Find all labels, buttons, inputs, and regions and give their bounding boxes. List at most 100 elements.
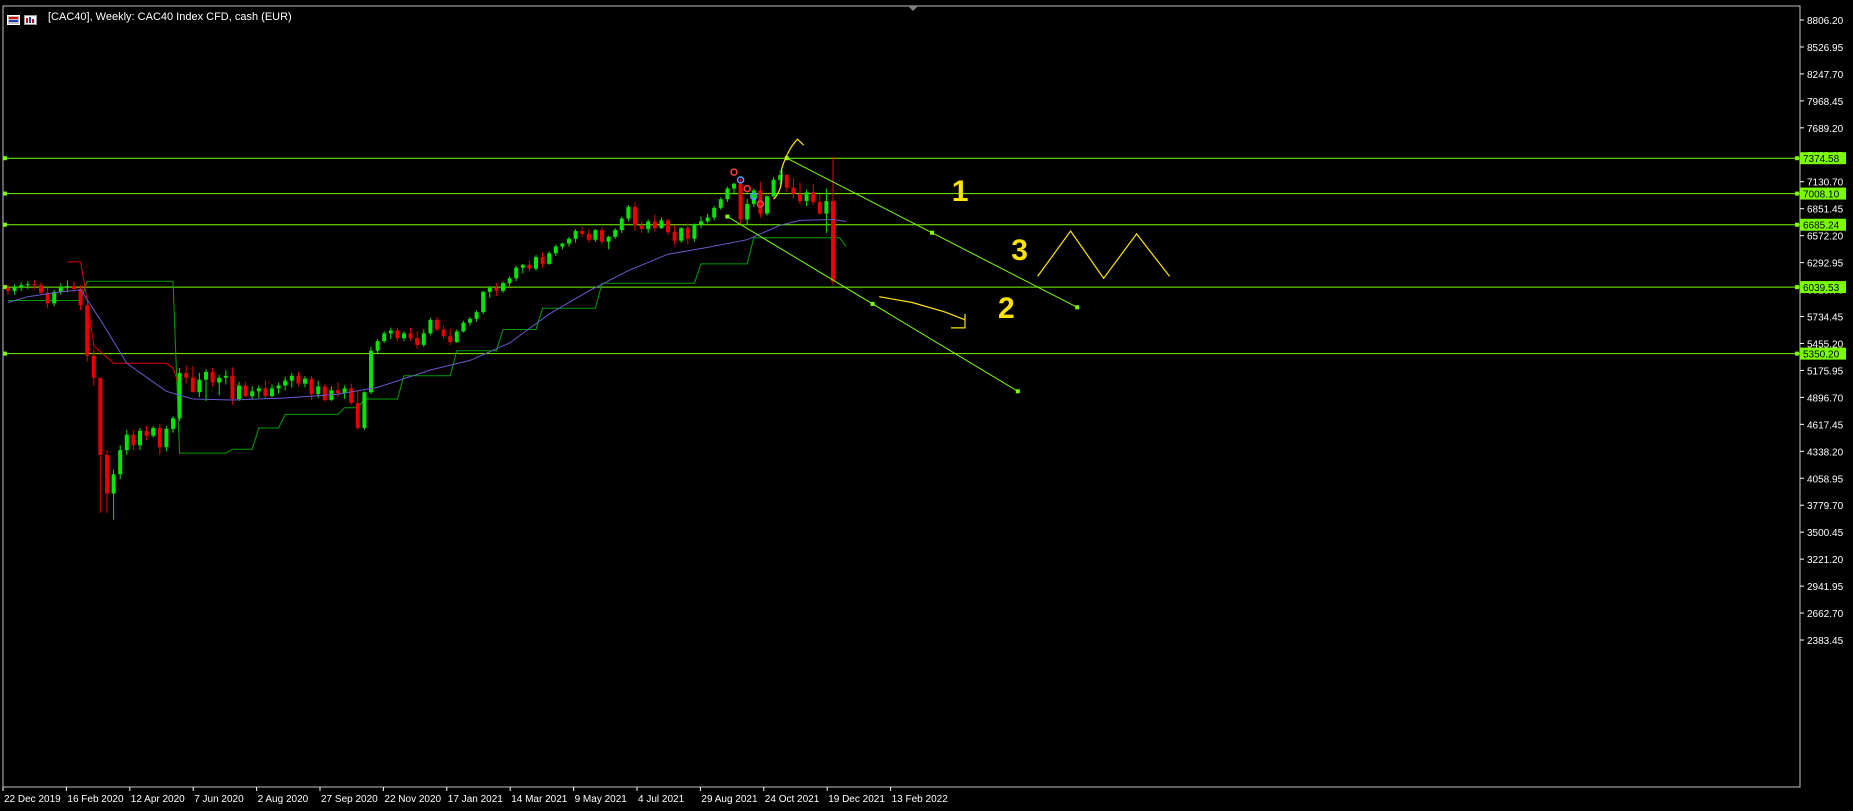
candle-body <box>824 201 829 214</box>
candle-body <box>831 201 835 282</box>
candle-body <box>131 434 136 446</box>
candle-body <box>210 371 215 383</box>
candle-body <box>408 333 413 339</box>
candle-body <box>672 232 677 241</box>
candle-body <box>791 187 796 195</box>
y-tick-label: 4338.20 <box>1807 447 1844 458</box>
trendline-anchor <box>1015 389 1020 394</box>
y-tick-label: 5175.95 <box>1807 366 1844 377</box>
candle-body <box>560 243 565 247</box>
candle-body <box>534 257 538 269</box>
level-price-label: 6039.53 <box>1803 283 1840 294</box>
candle-body <box>487 287 492 292</box>
y-tick-label: 6572.20 <box>1807 232 1844 243</box>
candle-body <box>718 199 723 208</box>
candle-body <box>751 190 756 205</box>
candle-body <box>98 377 103 455</box>
scroll-marker <box>908 6 918 11</box>
candle-body <box>501 283 505 291</box>
candle-body <box>507 278 512 284</box>
x-tick-label: 14 Mar 2021 <box>511 794 568 805</box>
candle-body <box>382 333 387 342</box>
candle-body <box>633 206 637 226</box>
candle-body <box>685 228 690 239</box>
y-tick-label: 2941.95 <box>1807 582 1844 593</box>
price-chart[interactable]: 8806.208526.958247.707968.457689.207409.… <box>0 0 1853 811</box>
candle-body <box>712 207 717 218</box>
y-tick-label: 8247.70 <box>1807 70 1844 81</box>
candle-body <box>474 312 479 319</box>
candle-body <box>362 392 367 428</box>
candle-body <box>309 378 314 395</box>
candle-body <box>91 355 96 378</box>
x-tick-label: 16 Feb 2020 <box>67 794 124 805</box>
candle-body <box>448 336 453 343</box>
candle-body <box>6 287 10 291</box>
candle-body <box>692 224 697 239</box>
candle-body <box>606 236 611 242</box>
candle-body <box>355 402 360 428</box>
y-tick-label: 7130.70 <box>1807 178 1844 189</box>
candle-body <box>19 285 24 288</box>
y-tick-label: 2662.70 <box>1807 609 1844 620</box>
candle-body <box>39 285 43 293</box>
candle-body <box>619 218 624 231</box>
x-tick-label: 27 Sep 2020 <box>321 794 378 805</box>
candle-body <box>725 188 730 200</box>
candle-body <box>481 291 486 313</box>
level-anchor <box>1795 351 1799 356</box>
candle-body <box>765 196 769 214</box>
y-tick-label: 4617.45 <box>1807 420 1844 431</box>
trendline-anchor <box>930 230 934 235</box>
candle-body <box>111 474 116 494</box>
projection-arrow-head <box>951 313 966 329</box>
level-price-label: 5350.20 <box>1803 350 1840 361</box>
plot-border <box>2 5 1801 788</box>
candle-body <box>263 388 268 397</box>
candle-body <box>336 390 340 394</box>
candle-body <box>25 284 30 286</box>
x-tick-label: 19 Dec 2021 <box>828 794 885 805</box>
candle-body <box>580 231 585 234</box>
candle-body <box>289 375 294 381</box>
candle-body <box>190 377 195 393</box>
candle-body <box>771 179 776 197</box>
candle-body <box>250 391 255 397</box>
candle-body <box>349 388 354 403</box>
candle-body <box>144 430 149 436</box>
y-tick-label: 7689.20 <box>1807 124 1844 135</box>
candle-body <box>593 230 598 240</box>
candle-body <box>652 221 657 229</box>
trailing-stop-support-line <box>8 237 847 454</box>
x-tick-label: 12 Apr 2020 <box>131 794 185 805</box>
candle-body <box>303 378 307 384</box>
candle-body <box>283 380 288 386</box>
trendline-anchor <box>725 214 730 219</box>
candle-body <box>613 230 618 237</box>
candle-body <box>468 318 472 323</box>
candle-body <box>171 418 175 429</box>
level-anchor <box>1795 191 1799 196</box>
candle-body <box>435 319 439 330</box>
candle-body <box>745 204 750 220</box>
candle-body <box>600 230 604 242</box>
candle-body <box>520 264 525 268</box>
candle-body <box>105 454 109 494</box>
annotation-label: 2 <box>998 292 1015 325</box>
y-tick-label: 7968.45 <box>1807 97 1844 108</box>
level-anchor <box>1795 285 1799 290</box>
candle-body <box>164 428 169 448</box>
level-anchor <box>3 351 7 356</box>
candle-body <box>197 379 202 393</box>
y-tick-label: 4896.70 <box>1807 393 1844 404</box>
candle-body <box>494 287 499 291</box>
level-anchor <box>3 222 7 227</box>
trade-marker <box>743 184 751 193</box>
candle-body <box>395 330 400 339</box>
candle-body <box>375 341 380 351</box>
candle-body <box>124 434 129 451</box>
candle-body <box>270 388 274 397</box>
trendline-anchor <box>1075 305 1080 310</box>
candle-body <box>586 233 591 240</box>
chart-window: [CAC40], Weekly: CAC40 Index CFD, cash (… <box>0 0 1853 811</box>
